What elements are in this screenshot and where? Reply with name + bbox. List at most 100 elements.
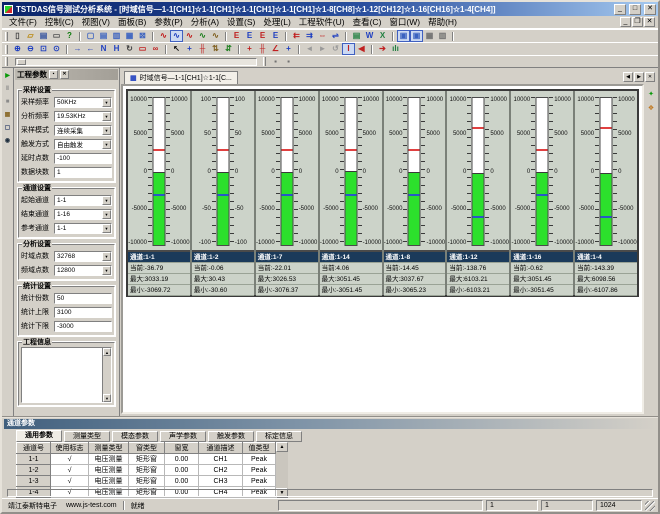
tab-触发参数[interactable]: 触发参数 (208, 431, 254, 442)
table-row[interactable]: 1-2√电压测量矩形窗0.00CH2Peak (17, 465, 276, 476)
chevron-down-icon[interactable]: ▼ (102, 140, 111, 149)
toolbar-grip[interactable] (5, 45, 8, 54)
peak-list-blue-icon[interactable]: E (243, 30, 256, 42)
pause-icon[interactable]: ‖ (3, 84, 13, 94)
document-tab[interactable]: ▦ 时域信号—1-1[CH1]☆1-1[C... (124, 71, 238, 84)
chevron-down-icon[interactable]: ▼ (102, 112, 111, 121)
menu-item-9[interactable]: 查看(C) (349, 16, 386, 28)
menu-item-4[interactable]: 参数(P) (150, 16, 186, 28)
pin-icon[interactable]: ▪ (49, 70, 58, 79)
menu-item-7[interactable]: 处理(L) (259, 16, 294, 28)
pointer-icon[interactable]: ↖ (170, 43, 183, 55)
prev-disabled-icon[interactable]: ◄ (303, 43, 316, 55)
cursor-double-icon[interactable]: ╫ (196, 43, 209, 55)
pan-right-icon[interactable]: → (71, 43, 84, 55)
scroll-up-icon[interactable]: ▲ (103, 348, 111, 356)
stop-icon[interactable]: ■ (3, 97, 13, 107)
input-统计份数[interactable]: 50 (54, 293, 112, 304)
maximize-button[interactable]: □ (629, 4, 641, 15)
next-disabled-icon[interactable]: ► (316, 43, 329, 55)
cepstrum-wave-icon[interactable]: ∿ (209, 30, 222, 42)
table-row[interactable]: 1-3√电压测量矩形窗0.00CH3Peak (17, 476, 276, 487)
fft-wave-icon[interactable]: ∿ (170, 30, 183, 42)
expand-x-icon[interactable]: ⇔ (316, 30, 329, 42)
chevron-down-icon[interactable]: ▼ (102, 196, 111, 205)
tab-声学参数[interactable]: 声学参数 (160, 431, 206, 442)
peak-list-red-icon[interactable]: E (230, 30, 243, 42)
new-file-icon[interactable]: ▯ (11, 30, 24, 42)
block-stop-icon[interactable]: ▪ (282, 56, 295, 68)
tab-模态参数[interactable]: 模态参数 (112, 431, 158, 442)
cross-wave-icon[interactable]: ∿ (196, 30, 209, 42)
cursor-tool-icon[interactable]: ✦ (646, 88, 657, 99)
menu-item-2[interactable]: 视图(V) (78, 16, 114, 28)
combo-采样频率[interactable]: 50KHz▼ (54, 97, 112, 108)
resize-grip[interactable] (645, 501, 655, 511)
tab-scroll-right-icon[interactable]: ▶ (634, 72, 644, 82)
report-icon[interactable]: ▤ (350, 30, 363, 42)
tab-通用参数[interactable]: 通用参数 (16, 430, 62, 442)
window-vsplit-icon[interactable]: ▥ (110, 30, 123, 42)
cursor-mode-icon[interactable]: ▣ (397, 30, 410, 42)
window-hsplit-icon[interactable]: ▤ (97, 30, 110, 42)
minimize-button[interactable]: _ (614, 4, 626, 15)
menu-item-0[interactable]: 文件(F) (5, 16, 41, 28)
zoom-window-icon[interactable]: ⊡ (37, 43, 50, 55)
chevron-down-icon[interactable]: ▼ (102, 266, 111, 275)
project-info-textarea[interactable]: ▲▼ (21, 347, 112, 403)
compress-x-icon[interactable]: ⇌ (329, 30, 342, 42)
toolbar-grip[interactable] (5, 32, 8, 41)
menu-item-1[interactable]: 控制(C) (41, 16, 78, 28)
position-slider[interactable] (15, 58, 257, 66)
region-box-icon[interactable]: ▭ (136, 43, 149, 55)
rotate-view-icon[interactable]: ↻ (123, 43, 136, 55)
transfer-wave-icon[interactable]: ∿ (183, 30, 196, 42)
zoom-reset-icon[interactable]: ⊙ (50, 43, 63, 55)
export-excel-icon[interactable]: X (376, 30, 389, 42)
combo-参考通道[interactable]: 1-1▼ (54, 223, 112, 234)
zoom-out-icon[interactable]: ⊖ (24, 43, 37, 55)
legend-toggle-icon[interactable]: ▥ (436, 30, 449, 42)
run-icon[interactable]: ▶ (3, 71, 13, 81)
close-button[interactable]: ✕ (644, 4, 656, 15)
window-tile-icon[interactable]: ▦ (123, 30, 136, 42)
home-block-icon[interactable]: H (110, 43, 123, 55)
chevron-down-icon[interactable]: ▼ (102, 224, 111, 233)
mdi-minimize-button[interactable]: _ (620, 17, 631, 27)
chevron-down-icon[interactable]: ▼ (102, 210, 111, 219)
zoom-in-icon[interactable]: ⊕ (11, 43, 24, 55)
slope-cursor-icon[interactable]: ∠ (269, 43, 282, 55)
find-icon[interactable]: ◉ (3, 136, 13, 146)
track-cursor-icon[interactable]: + (282, 43, 295, 55)
chevron-down-icon[interactable]: ▼ (102, 126, 111, 135)
menu-item-8[interactable]: 工程软件(U) (295, 16, 349, 28)
time-wave-icon[interactable]: ∿ (157, 30, 170, 42)
next-block-icon[interactable]: N (97, 43, 110, 55)
link-cursors-icon[interactable]: ∞ (149, 43, 162, 55)
open-file-icon[interactable]: ▱ (24, 30, 37, 42)
toolbar-grip[interactable] (263, 57, 266, 66)
valley-list-blue-icon[interactable]: E (269, 30, 282, 42)
cursor-side-icon[interactable]: ⇵ (222, 43, 235, 55)
tab-scroll-left-icon[interactable]: ◀ (623, 72, 633, 82)
pan-left-icon[interactable]: ← (84, 43, 97, 55)
toolbar-grip[interactable] (5, 57, 8, 66)
combo-时域点数[interactable]: 32768▼ (54, 251, 112, 262)
combo-分析频率[interactable]: 19.53KHz▼ (54, 111, 112, 122)
save-file-icon[interactable]: ▤ (37, 30, 50, 42)
block-pause-icon[interactable]: ▪ (269, 56, 282, 68)
cursor-single-icon[interactable]: + (183, 43, 196, 55)
table-row[interactable]: 1-1√电压测量矩形窗0.00CH1Peak (17, 454, 276, 465)
help-icon[interactable]: ? (63, 30, 76, 42)
app-icon[interactable] (4, 5, 13, 14)
ibeam-cursor-icon[interactable]: I (342, 43, 355, 55)
cursor-harmonic-icon[interactable]: ⇅ (209, 43, 222, 55)
input-数据块数[interactable]: 1 (54, 167, 112, 178)
tab-close-icon[interactable]: ✕ (645, 72, 655, 82)
cross-cursor-icon[interactable]: + (243, 43, 256, 55)
menu-item-10[interactable]: 窗口(W) (385, 16, 424, 28)
input-延时点数[interactable]: -100 (54, 153, 112, 164)
window-single-icon[interactable]: ▢ (84, 30, 97, 42)
screen-icon[interactable]: ▢ (3, 123, 13, 133)
tab-标定信息[interactable]: 标定信息 (256, 431, 302, 442)
